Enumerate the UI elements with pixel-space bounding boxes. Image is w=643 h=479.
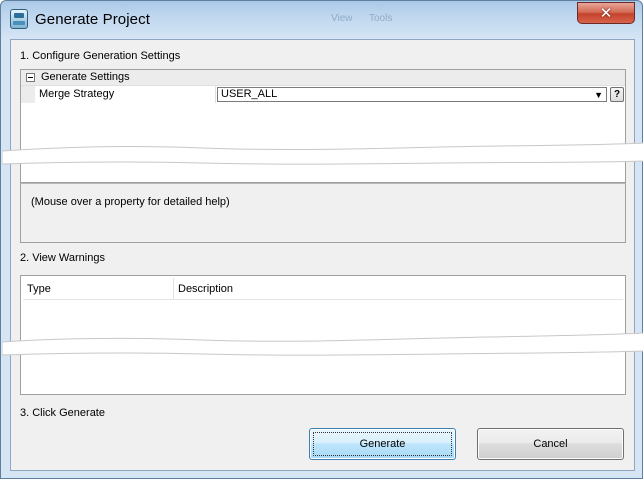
column-separator[interactable] (173, 278, 174, 300)
background-menu-item: View (331, 13, 353, 24)
configure-section-label: 1. Configure Generation Settings (20, 50, 181, 62)
property-row-merge-strategy[interactable]: Merge Strategy USER_ALL ▼ ? (21, 86, 625, 103)
column-header-type[interactable]: Type (27, 283, 51, 295)
generate-section-label: 3. Click Generate (20, 407, 105, 419)
close-button[interactable]: ✕ (577, 2, 635, 24)
generate-button[interactable]: Generate (309, 428, 456, 460)
property-help-panel: (Mouse over a property for detailed help… (20, 183, 626, 243)
property-column-divider (215, 86, 216, 103)
screenshot-tear-top (2, 142, 643, 165)
background-menu-item: Tools (369, 13, 393, 24)
generate-button-label: Generate (359, 438, 406, 450)
property-help-text: (Mouse over a property for detailed help… (31, 196, 230, 208)
app-icon (10, 9, 28, 29)
property-group-label: Generate Settings (41, 71, 130, 83)
dialog-body: 1. Configure Generation Settings Generat… (2, 39, 643, 471)
cancel-button-label: Cancel (533, 438, 568, 450)
generate-project-window: Generate Project View Tools ✕ 1. Configu… (0, 0, 643, 479)
merge-strategy-select[interactable]: USER_ALL ▼ (217, 87, 607, 102)
cancel-button[interactable]: Cancel (477, 428, 624, 460)
window-title: Generate Project (35, 11, 150, 28)
title-bar[interactable]: Generate Project View Tools ✕ (1, 1, 642, 39)
merge-strategy-value: USER_ALL (221, 88, 278, 100)
dropdown-arrow-icon[interactable]: ▼ (594, 88, 603, 102)
close-icon: ✕ (599, 3, 613, 22)
property-row-gutter (21, 86, 35, 103)
minus-box-icon[interactable] (26, 73, 35, 82)
warnings-table-header: Type Description (23, 278, 623, 300)
property-name: Merge Strategy (39, 88, 115, 100)
screenshot-tear-bottom (2, 332, 643, 356)
property-group-header[interactable]: Generate Settings (21, 70, 625, 86)
warnings-section-label: 2. View Warnings (20, 252, 105, 264)
column-header-description[interactable]: Description (178, 283, 233, 295)
property-help-button[interactable]: ? (610, 87, 624, 102)
